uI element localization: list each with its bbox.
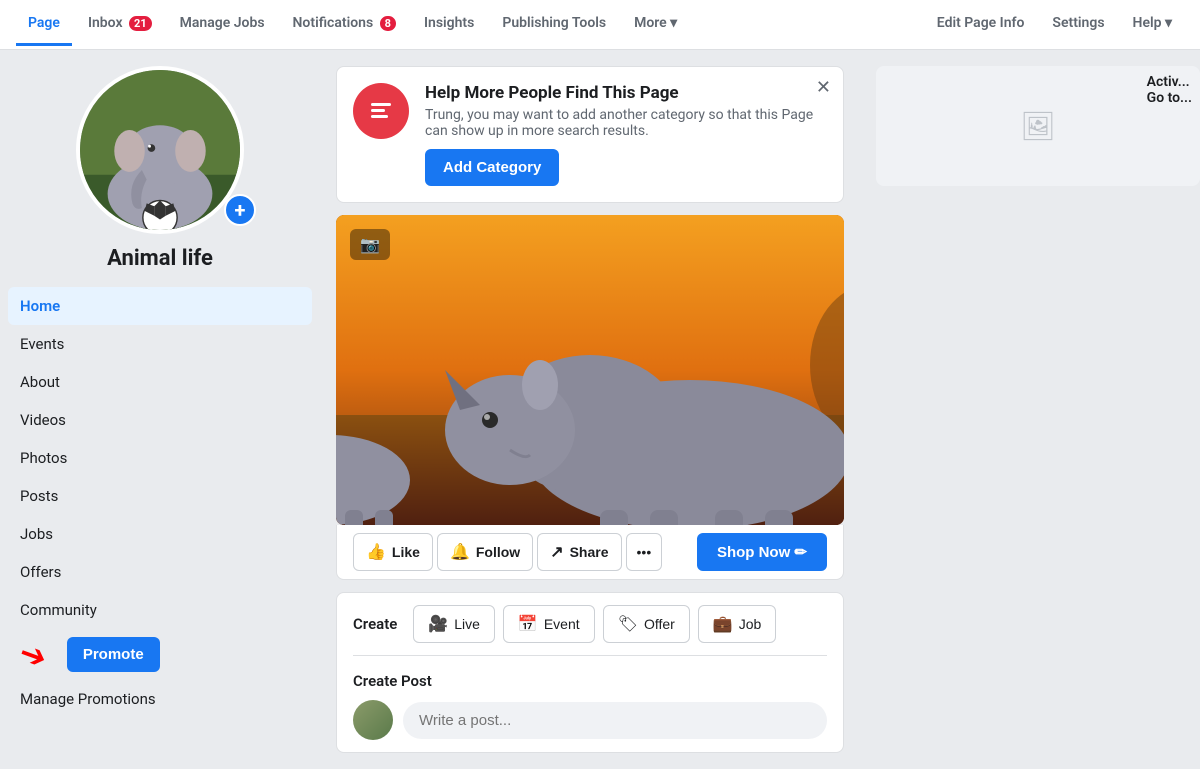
sidebar-item-about[interactable]: About [8,363,312,401]
red-arrow-icon: ➔ [14,632,52,677]
event-button[interactable]: 📅 Event [503,605,595,643]
promote-button[interactable]: Promote [67,637,160,672]
sidebar-item-photos[interactable]: Photos [8,439,312,477]
action-bar: 👍 Like 🔔 Follow ↗ Share ••• Shop Now ✏ [336,525,844,580]
follow-button[interactable]: 🔔 Follow [437,533,533,571]
live-icon: 🎥 [428,614,448,634]
banner-text: Help More People Find This Page Trung, y… [425,83,827,186]
banner-description: Trung, you may want to add another categ… [425,107,827,139]
shop-now-button[interactable]: Shop Now ✏ [697,533,827,571]
offer-icon: 🏷 [618,614,638,634]
right-panel-content: 🖼 Activ...Go to... [876,66,1200,186]
promote-arrow-container: ➔ Promote [8,629,312,680]
banner-icon-svg [367,97,395,125]
share-button[interactable]: ↗ Share [537,533,621,571]
offer-button[interactable]: 🏷 Offer [603,605,690,643]
right-panel: 🖼 Activ...Go to... [860,50,1200,769]
nav-right: Edit Page Info Settings Help ▾ [925,3,1184,46]
nav-item-help[interactable]: Help ▾ [1121,3,1184,46]
notifications-badge: 8 [380,16,396,31]
post-tools: Create 🎥 Live 📅 Event 🏷 Offer 💼 Job [336,592,844,753]
profile-pic-wrapper: + [8,66,312,234]
nav-item-manage-jobs[interactable]: Manage Jobs [168,3,277,46]
nav-item-more[interactable]: More ▾ [622,3,689,46]
create-post-input-row [353,700,827,740]
user-avatar [353,700,393,740]
job-icon: 💼 [713,614,733,634]
close-banner-button[interactable]: ✕ [816,79,831,97]
add-photo-button[interactable]: + [224,194,256,226]
page-layout: + Animal life Home Events About Videos P… [0,50,1200,769]
page-name: Animal life [8,246,312,271]
live-button[interactable]: 🎥 Live [413,605,495,643]
job-button[interactable]: 💼 Job [698,605,777,643]
nav-item-notifications[interactable]: Notifications 8 [281,3,408,46]
right-panel-text: Activ...Go to... [1147,74,1192,106]
event-icon: 📅 [518,614,538,634]
banner-icon [353,83,409,139]
rhino-scene [336,215,844,525]
sidebar-item-home[interactable]: Home [8,287,312,325]
sidebar-item-posts[interactable]: Posts [8,477,312,515]
elephant-illustration [80,70,240,230]
rhino-illustration [336,215,844,525]
post-input[interactable] [403,702,827,739]
create-label: Create [353,615,397,633]
notification-banner: Help More People Find This Page Trung, y… [336,66,844,203]
inbox-badge: 21 [129,16,152,31]
nav-item-publishing-tools[interactable]: Publishing Tools [490,3,618,46]
sidebar-navigation: Home Events About Videos Photos Posts Jo… [8,287,312,629]
sidebar-item-jobs[interactable]: Jobs [8,515,312,553]
right-panel-icon: 🖼 [1020,110,1056,143]
follow-icon: 🔔 [450,542,470,562]
nav-item-insights[interactable]: Insights [412,3,486,46]
manage-promotions-link[interactable]: Manage Promotions [8,680,312,718]
action-buttons-left: 👍 Like 🔔 Follow ↗ Share ••• [353,533,662,571]
profile-pic [76,66,244,234]
nav-item-edit-page-info[interactable]: Edit Page Info [925,3,1037,46]
like-icon: 👍 [366,542,386,562]
cover-camera-icon[interactable]: 📷 [350,229,390,260]
sidebar-item-offers[interactable]: Offers [8,553,312,591]
nav-item-inbox[interactable]: Inbox 21 [76,3,164,46]
nav-item-page[interactable]: Page [16,3,72,46]
sidebar-item-videos[interactable]: Videos [8,401,312,439]
nav-item-settings[interactable]: Settings [1040,3,1116,46]
profile-pic-inner [80,70,240,230]
banner-title: Help More People Find This Page [425,83,827,103]
post-tools-top: Create 🎥 Live 📅 Event 🏷 Offer 💼 Job [353,605,827,656]
top-nav: Page Inbox 21 Manage Jobs Notifications … [0,0,1200,50]
like-button[interactable]: 👍 Like [353,533,433,571]
cover-photo: 📷 [336,215,844,525]
main-content: Help More People Find This Page Trung, y… [320,50,860,769]
create-post-header: Create Post [353,672,827,690]
more-actions-button[interactable]: ••• [626,533,663,571]
sidebar-item-community[interactable]: Community [8,591,312,629]
add-category-button[interactable]: Add Category [425,149,559,186]
sidebar: + Animal life Home Events About Videos P… [0,50,320,769]
create-post: Create Post [353,668,827,740]
nav-items: Page Inbox 21 Manage Jobs Notifications … [16,3,925,46]
share-icon: ↗ [550,542,563,562]
sidebar-item-events[interactable]: Events [8,325,312,363]
